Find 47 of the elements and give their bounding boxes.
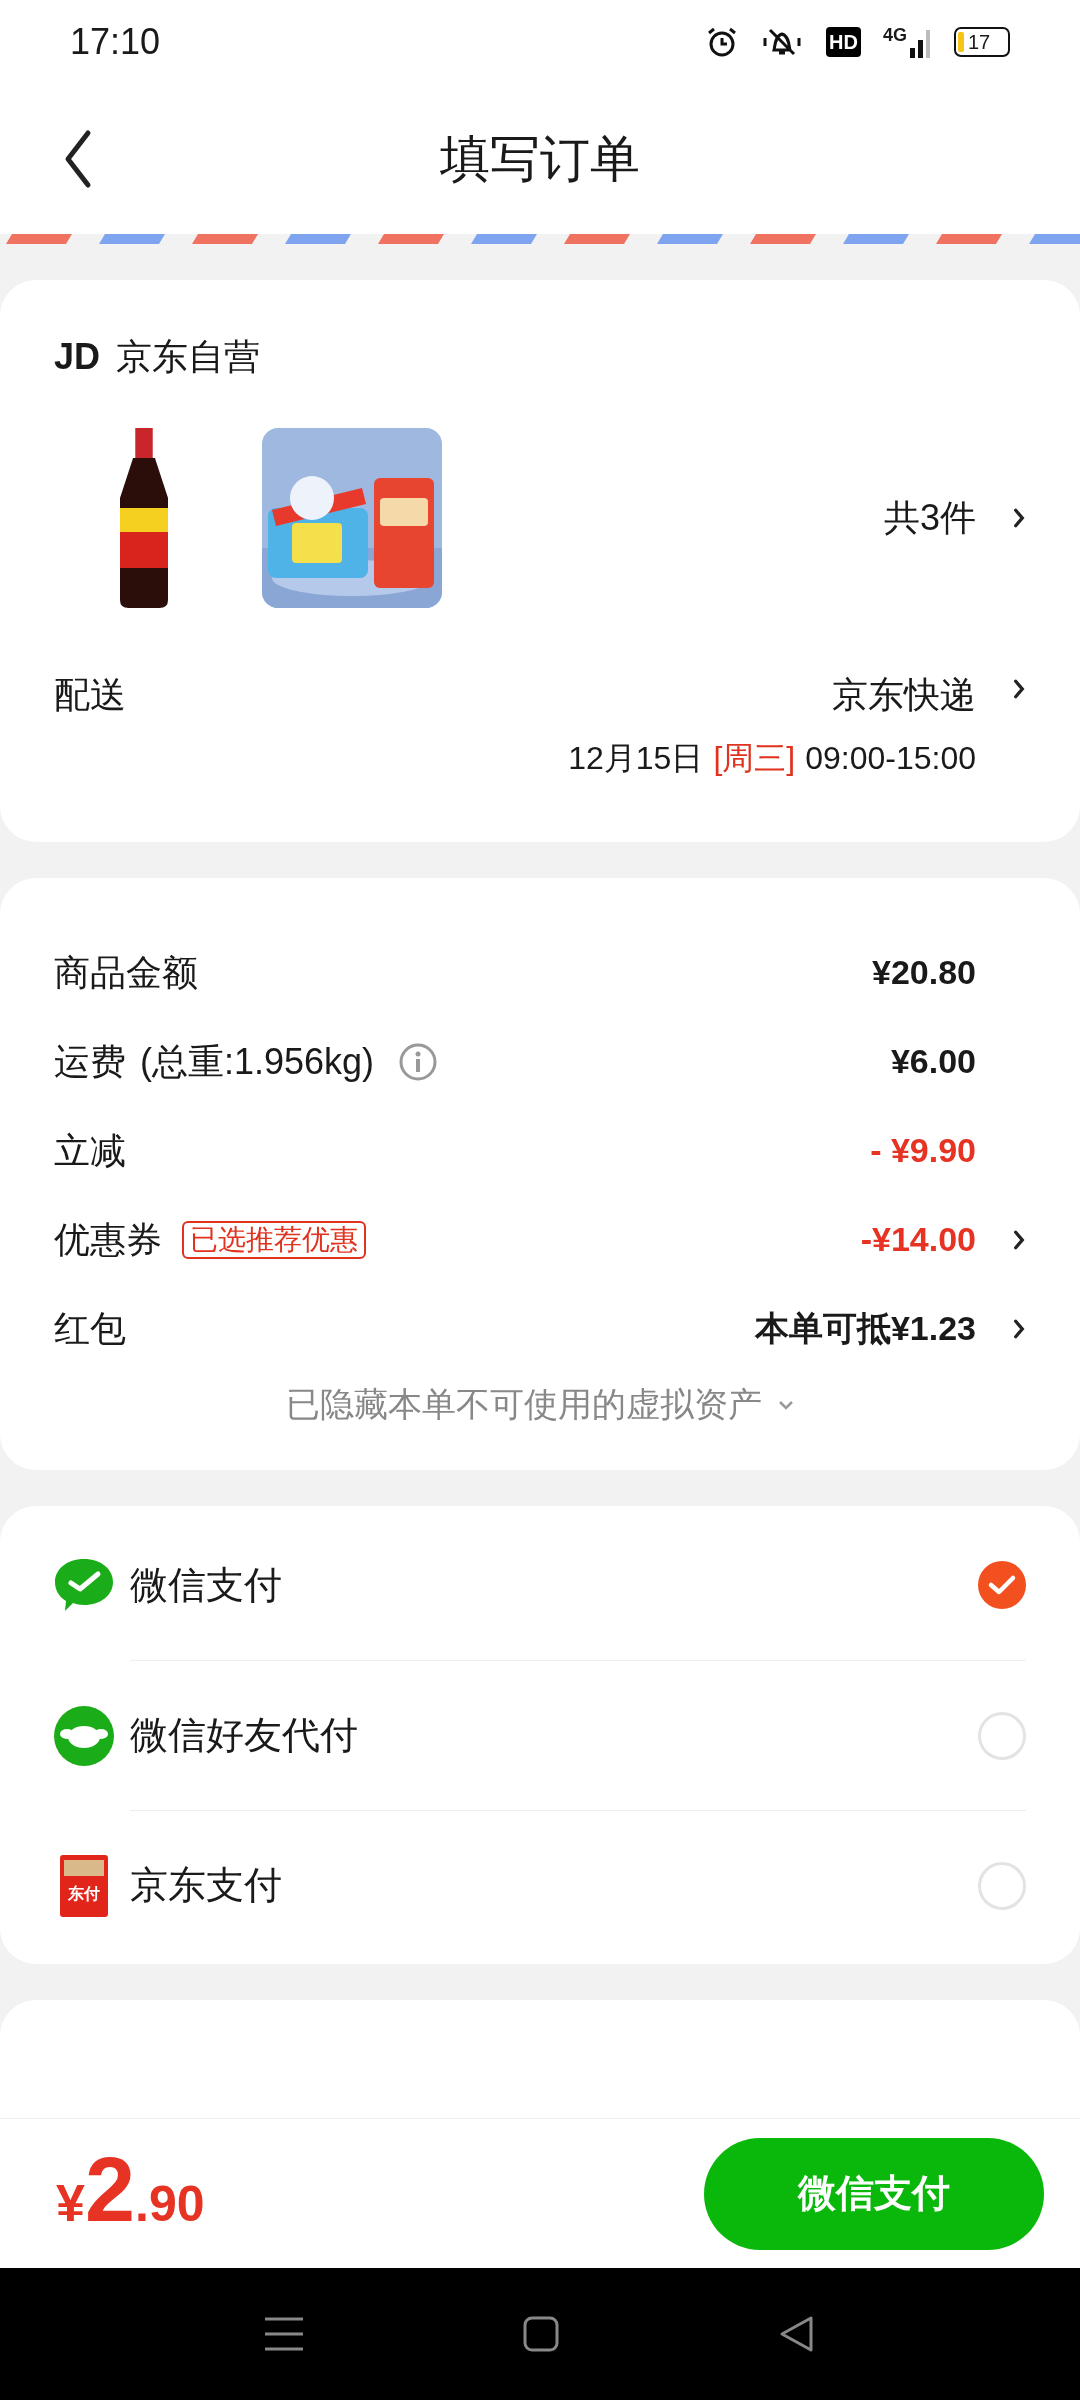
payment-name[interactable]: 京东支付 xyxy=(130,1857,282,1914)
status-time: 17:10 xyxy=(70,20,161,64)
store-logo-text: JD xyxy=(54,335,101,379)
fee-value[interactable]: 本单可抵¥1.23 xyxy=(754,1303,976,1354)
fee-label: 优惠券 xyxy=(54,1217,162,1262)
signal-icon xyxy=(910,28,932,58)
fee-label: 红包 xyxy=(54,1306,126,1351)
fee-value[interactable]: -¥14.00 xyxy=(860,1214,976,1265)
hd-badge: HD xyxy=(826,27,861,57)
store-name: 京东自营 xyxy=(116,335,261,379)
coupon-tag: 已选推荐优惠 xyxy=(182,1220,366,1259)
info-icon[interactable] xyxy=(398,1041,439,1082)
chevron-right-icon xyxy=(1012,1228,1026,1251)
chevron-right-icon xyxy=(1012,678,1026,700)
pay-card-icon: 东付 xyxy=(60,1854,108,1917)
delivery-label: 配送 xyxy=(54,673,126,717)
fee-note: (总重:1.956kg) xyxy=(140,1039,375,1084)
fee-value: - ¥9.90 xyxy=(870,1130,976,1171)
fee-value: ¥20.80 xyxy=(872,952,976,993)
fee-label: 立减 xyxy=(54,1128,126,1173)
battery-icon: 17 xyxy=(954,27,1010,57)
delivery-weekday: [周三] xyxy=(713,739,796,778)
total-price: ¥2.90 xyxy=(56,2145,205,2242)
payment-name[interactable]: 微信好友代付 xyxy=(130,1707,358,1764)
network-label: 4G xyxy=(883,26,907,44)
fee-label: 运费 xyxy=(54,1039,126,1084)
fee-value: ¥6.00 xyxy=(890,1041,976,1082)
delivery-time: 09:00-15:00 xyxy=(805,739,976,778)
back-nav-icon[interactable] xyxy=(779,2315,815,2353)
home-icon[interactable] xyxy=(523,2316,559,2352)
item-count[interactable]: 共3件 xyxy=(883,491,976,545)
hidden-assets-note[interactable]: 已隐藏本单不可使用的虚拟资产 xyxy=(286,1379,762,1430)
page-title: 填写订单 xyxy=(440,129,640,189)
radio-button[interactable] xyxy=(978,1861,1026,1910)
chevron-right-icon xyxy=(1012,507,1026,529)
alarm-icon xyxy=(706,26,739,58)
delivery-date: 12月15日 xyxy=(568,739,704,778)
menu-icon[interactable] xyxy=(265,2316,303,2352)
chevron-down-icon xyxy=(778,1399,794,1410)
selected-check-icon[interactable] xyxy=(978,1561,1026,1609)
fee-label: 商品金额 xyxy=(54,950,198,995)
round-logo-icon xyxy=(54,1705,114,1766)
delivery-carrier[interactable]: 京东快递 xyxy=(832,668,976,722)
payment-name[interactable]: 微信支付 xyxy=(130,1556,282,1614)
chevron-right-icon xyxy=(1012,1317,1026,1340)
chat-bubble-icon xyxy=(54,1557,114,1613)
radio-button[interactable] xyxy=(978,1711,1026,1760)
